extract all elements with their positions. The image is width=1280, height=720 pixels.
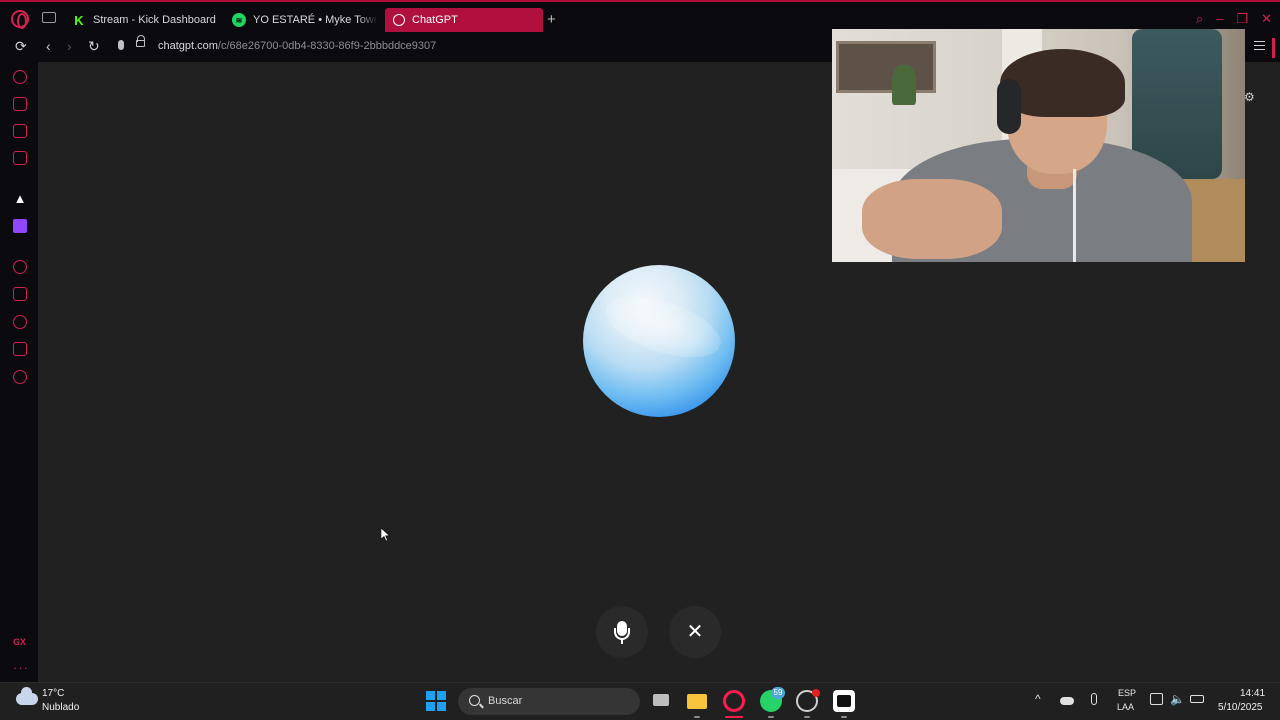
player-icon[interactable] — [13, 124, 27, 138]
url-host: chatgpt.com — [158, 40, 218, 52]
battery-icon[interactable] — [1190, 695, 1204, 703]
settings-icon[interactable] — [13, 370, 27, 384]
spotify-icon: ≋ — [232, 13, 246, 27]
refresh-icon[interactable] — [13, 70, 27, 84]
url-field[interactable]: chatgpt.com/c/68e26700-0db4-8330-86f9-2b… — [158, 40, 436, 52]
new-tab-button[interactable]: + — [547, 11, 556, 29]
search-placeholder: Buscar — [488, 695, 523, 707]
whatsapp-unread-badge: 59 — [771, 687, 785, 699]
file-explorer-icon[interactable] — [686, 690, 708, 712]
pin-icon[interactable] — [13, 287, 27, 301]
show-hidden-icons-chevron-icon[interactable]: ^ — [1035, 692, 1041, 706]
notification-dot — [812, 689, 820, 697]
easy-setup-menu-icon[interactable] — [1254, 41, 1265, 50]
kick-icon: K — [74, 12, 84, 28]
mouse-cursor-icon — [381, 528, 391, 542]
sliders-icon[interactable]: ⚙ — [1244, 90, 1256, 106]
tab-fade — [358, 8, 378, 32]
workspaces-icon[interactable] — [42, 12, 56, 23]
task-view-icon[interactable] — [651, 690, 673, 712]
microphone-tray-icon[interactable] — [1091, 693, 1097, 705]
opera-gx-taskbar-icon[interactable] — [723, 690, 745, 712]
url-path: /c/68e26700-0db4-8330-86f9-2bbbddce9307 — [217, 40, 437, 52]
microphone-button[interactable] — [596, 606, 648, 658]
close-window-icon[interactable]: ✕ — [1261, 12, 1272, 26]
aria-icon[interactable] — [13, 97, 27, 111]
window-controls: ⌕ – ❐ ✕ — [1196, 12, 1272, 26]
weather-description[interactable]: Nublado — [42, 702, 79, 713]
sidebar-edge — [1272, 38, 1275, 58]
history-icon[interactable] — [13, 315, 27, 329]
feather-icon[interactable]: ▲ — [13, 192, 27, 206]
record-icon[interactable] — [13, 260, 27, 274]
windows-taskbar: 17°C Nublado Buscar 59 ^ ESP LAA 🔈 14:41… — [0, 682, 1280, 720]
clock-date[interactable]: 5/10/2025 — [1218, 702, 1263, 713]
forward-icon[interactable]: › — [67, 38, 72, 54]
end-voice-button[interactable]: ✕ — [669, 606, 721, 658]
tab-kick-dashboard[interactable]: K Stream - Kick Dashboard — [72, 8, 220, 32]
input-language[interactable]: ESP — [1118, 688, 1136, 698]
webcam-overlay — [832, 29, 1245, 262]
search-tabs-icon[interactable]: ⌕ — [1196, 12, 1203, 26]
weather-temperature[interactable]: 17°C — [42, 688, 64, 699]
taskbar-search[interactable]: Buscar — [458, 688, 640, 715]
clock-time[interactable]: 14:41 — [1240, 688, 1265, 699]
active-app-indicator — [725, 716, 743, 718]
tab-spotify[interactable]: ≋ YO ESTARÉ • Myke Towers — [232, 8, 376, 32]
more-icon[interactable]: ··· — [13, 660, 29, 675]
microphone-base — [621, 639, 623, 644]
minimize-icon[interactable]: – — [1216, 12, 1223, 26]
lock-icon[interactable] — [136, 35, 145, 47]
chatgpt-icon — [393, 14, 405, 26]
extensions-icon[interactable] — [13, 342, 27, 356]
gx-control-label[interactable]: GX — [13, 637, 26, 647]
onedrive-icon[interactable] — [1060, 697, 1074, 705]
input-layout[interactable]: LAA — [1117, 702, 1134, 712]
reload-icon[interactable]: ↻ — [88, 38, 100, 55]
search-icon — [469, 695, 480, 706]
opera-gx-logo-icon[interactable] — [11, 10, 29, 29]
maximize-icon[interactable]: ❐ — [1236, 12, 1248, 26]
opera-sidebar: ▲ GX ··· — [0, 62, 38, 682]
network-icon[interactable] — [1150, 693, 1163, 705]
tab-label: ChatGPT — [412, 14, 458, 26]
twitch-icon[interactable] — [13, 219, 27, 233]
messenger-icon[interactable] — [13, 151, 27, 165]
back-icon[interactable]: ‹ — [46, 38, 51, 54]
voice-search-icon[interactable] — [118, 40, 124, 50]
close-icon: ✕ — [686, 621, 704, 643]
cloudy-weather-icon[interactable] — [16, 687, 38, 705]
windows-start-icon[interactable] — [426, 691, 446, 711]
tab-chatgpt[interactable]: ChatGPT — [385, 8, 543, 32]
volume-icon[interactable]: 🔈 — [1170, 692, 1185, 706]
capcut-icon[interactable] — [833, 690, 855, 712]
headphones-icon — [997, 79, 1021, 134]
sync-icon[interactable]: ⟳ — [15, 38, 27, 55]
tab-label: Stream - Kick Dashboard — [93, 14, 216, 26]
